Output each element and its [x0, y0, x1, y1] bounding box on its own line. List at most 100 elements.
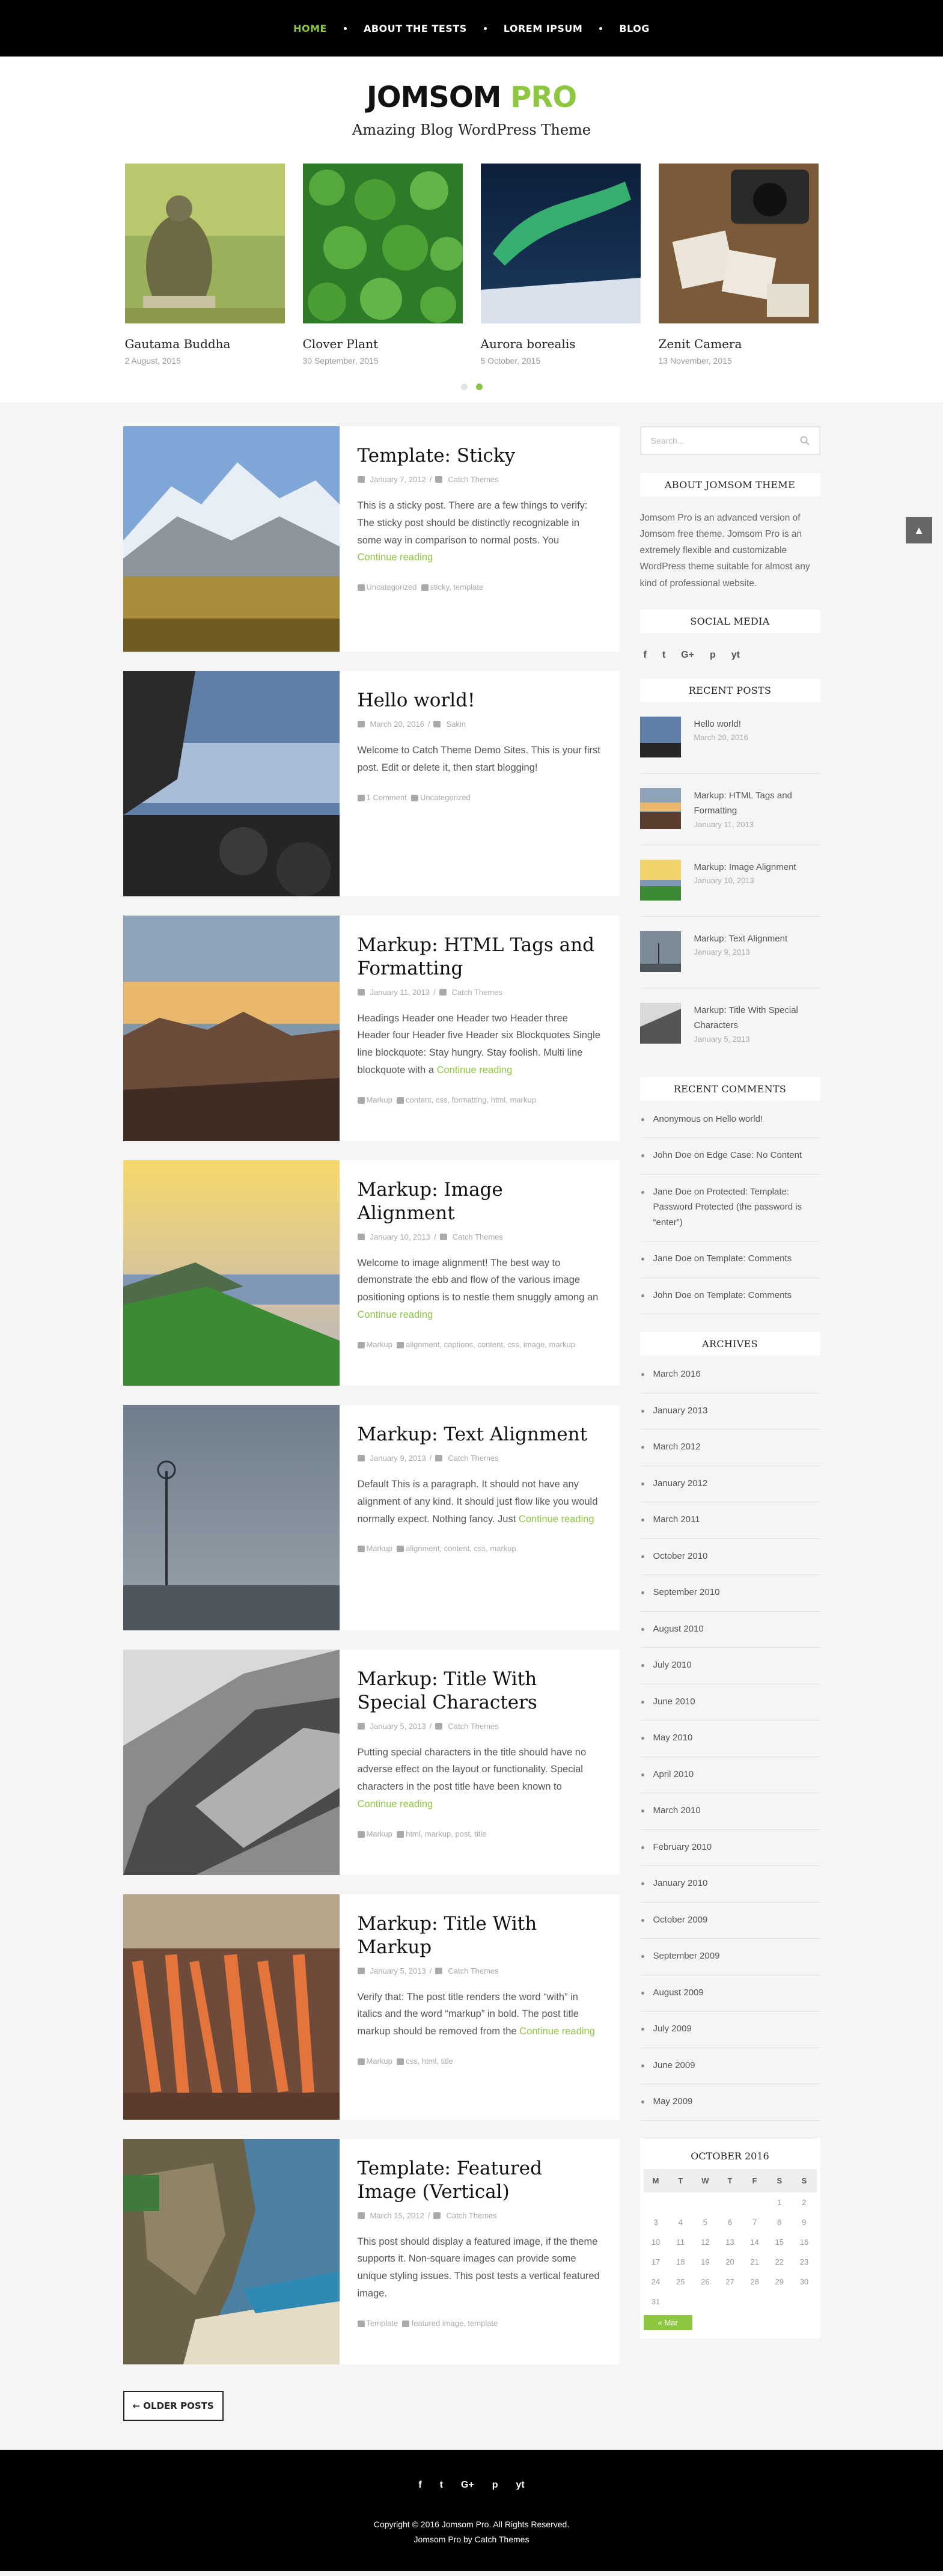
scroll-to-top-button[interactable]: ▲ — [906, 517, 932, 543]
archive-item[interactable]: February 2010 — [639, 1840, 820, 1867]
continue-reading-link[interactable]: Continue reading — [358, 1309, 433, 1320]
archive-item[interactable]: January 2013 — [639, 1403, 820, 1430]
featured-title[interactable]: Aurora borealis — [481, 337, 641, 351]
post-author[interactable]: Catch Themes — [448, 1722, 498, 1731]
post-date[interactable]: March 20, 2016 — [370, 720, 424, 729]
featured-slide[interactable]: Aurora borealis 5 October, 2015 — [480, 164, 641, 366]
youtube-icon[interactable]: yt — [731, 650, 740, 661]
recent-comment-item[interactable]: Jane Doe on Template: Comments — [639, 1251, 820, 1278]
post-tags[interactable]: content, css, formatting, html, markup — [406, 1095, 536, 1104]
pinterest-icon[interactable]: p — [710, 650, 716, 661]
search-icon[interactable] — [800, 436, 810, 445]
post-categories[interactable]: Uncategorized — [420, 793, 471, 802]
nav-lorem-ipsum[interactable]: LOREM IPSUM — [487, 23, 600, 34]
post-title[interactable]: Markup: HTML Tags and Formatting — [358, 934, 602, 981]
post-thumbnail[interactable] — [123, 916, 340, 1141]
site-title[interactable]: JOMSOM PRO — [0, 81, 943, 114]
post-categories[interactable]: Markup — [367, 1544, 392, 1553]
recent-post-title[interactable]: Markup: Image Alignment — [694, 860, 796, 875]
post-date[interactable]: January 7, 2012 — [370, 475, 426, 484]
post-author[interactable]: Catch Themes — [452, 988, 502, 997]
archive-item[interactable]: January 2012 — [639, 1476, 820, 1503]
post-title[interactable]: Template: Sticky — [358, 444, 602, 468]
featured-slide[interactable]: Zenit Camera 13 November, 2015 — [658, 164, 819, 366]
post-thumbnail[interactable] — [123, 426, 340, 652]
post-date[interactable]: January 5, 2013 — [370, 1966, 426, 1975]
archive-item[interactable]: August 2010 — [639, 1621, 820, 1648]
post-author[interactable]: Catch Themes — [448, 1454, 498, 1463]
recent-post-thumbnail[interactable] — [639, 859, 681, 901]
recent-post-thumbnail[interactable] — [639, 716, 681, 757]
archive-item[interactable]: March 2011 — [639, 1512, 820, 1539]
post-title[interactable]: Markup: Title With Markup — [358, 1912, 602, 1959]
post-thumbnail[interactable] — [123, 2139, 340, 2364]
post-categories[interactable]: Markup — [367, 1095, 392, 1104]
featured-image-camera[interactable] — [658, 164, 819, 323]
post-author[interactable]: Catch Themes — [453, 1232, 503, 1241]
archive-item[interactable]: January 2010 — [639, 1876, 820, 1903]
post-title[interactable]: Markup: Title With Special Characters — [358, 1668, 602, 1715]
search-input[interactable]: Search... — [639, 426, 820, 455]
featured-title[interactable]: Zenit Camera — [659, 337, 819, 351]
recent-post-item[interactable]: Hello world! March 20, 2016 — [639, 716, 820, 774]
recent-post-thumbnail[interactable] — [639, 931, 681, 972]
post-title[interactable]: Markup: Image Alignment — [358, 1178, 602, 1225]
post-categories[interactable]: Template — [367, 2319, 398, 2328]
post-date[interactable]: January 11, 2013 — [370, 988, 430, 997]
pinterest-icon[interactable]: p — [492, 2480, 498, 2491]
continue-reading-link[interactable]: Continue reading — [519, 1514, 594, 1525]
post-thumbnail[interactable] — [123, 671, 340, 896]
archive-item[interactable]: September 2010 — [639, 1585, 820, 1612]
post-thumbnail[interactable] — [123, 1405, 340, 1630]
archive-item[interactable]: June 2010 — [639, 1694, 820, 1721]
older-posts-button[interactable]: ← OLDER POSTS — [123, 2391, 224, 2421]
nav-blog[interactable]: BLOG — [602, 23, 667, 34]
archive-item[interactable]: August 2009 — [639, 1985, 820, 2012]
post-tags[interactable]: html, markup, post, title — [406, 1829, 486, 1838]
archive-item[interactable]: April 2010 — [639, 1767, 820, 1794]
archive-item[interactable]: July 2009 — [639, 2021, 820, 2048]
continue-reading-link[interactable]: Continue reading — [519, 2026, 595, 2037]
post-date[interactable]: March 15, 2012 — [370, 2211, 424, 2220]
nav-home[interactable]: HOME — [276, 23, 344, 34]
post-tags[interactable]: alignment, captions, content, css, image… — [406, 1340, 575, 1349]
recent-post-item[interactable]: Markup: HTML Tags and Formatting January … — [639, 788, 820, 845]
googleplus-icon[interactable]: G+ — [461, 2480, 474, 2491]
post-categories[interactable]: Markup — [367, 1829, 392, 1838]
post-title[interactable]: Markup: Text Alignment — [358, 1423, 602, 1446]
archive-item[interactable]: June 2009 — [639, 2058, 820, 2085]
post-author[interactable]: Catch Themes — [448, 475, 498, 484]
recent-comment-item[interactable]: Anonymous on Hello world! — [639, 1112, 820, 1139]
recent-post-thumbnail[interactable] — [639, 788, 681, 829]
archive-item[interactable]: July 2010 — [639, 1657, 820, 1684]
recent-post-item[interactable]: Markup: Image Alignment January 10, 2013 — [639, 859, 820, 917]
post-thumbnail[interactable] — [123, 1894, 340, 2120]
recent-post-title[interactable]: Markup: Title With Special Characters — [694, 1003, 820, 1033]
recent-post-thumbnail[interactable] — [639, 1002, 681, 1044]
post-categories[interactable]: Markup — [367, 2057, 392, 2066]
nav-about-the-tests[interactable]: ABOUT THE TESTS — [347, 23, 484, 34]
archive-item[interactable]: September 2009 — [639, 1948, 820, 1975]
recent-post-title[interactable]: Hello world! — [694, 717, 748, 732]
continue-reading-link[interactable]: Continue reading — [358, 552, 433, 563]
calendar-prev-month[interactable]: « Mar — [643, 2314, 692, 2330]
recent-post-title[interactable]: Markup: Text Alignment — [694, 931, 788, 947]
post-thumbnail[interactable] — [123, 1650, 340, 1875]
archive-item[interactable]: March 2016 — [639, 1366, 820, 1394]
post-tags[interactable]: alignment, content, css, markup — [406, 1544, 516, 1553]
slider-dot[interactable] — [460, 384, 468, 390]
post-title[interactable]: Hello world! — [358, 689, 602, 712]
googleplus-icon[interactable]: G+ — [681, 650, 694, 661]
post-date[interactable]: January 10, 2013 — [370, 1232, 430, 1241]
credit-text[interactable]: Jomsom Pro by Catch Themes — [0, 2532, 943, 2547]
post-title[interactable]: Template: Featured Image (Vertical) — [358, 2157, 602, 2204]
youtube-icon[interactable]: yt — [516, 2480, 525, 2491]
post-date[interactable]: January 5, 2013 — [370, 1722, 426, 1731]
facebook-icon[interactable]: f — [418, 2480, 421, 2491]
post-tags[interactable]: sticky, template — [430, 583, 484, 592]
twitter-icon[interactable]: t — [440, 2480, 443, 2491]
archive-item[interactable]: October 2009 — [639, 1912, 820, 1939]
post-tags[interactable]: css, html, title — [406, 2057, 453, 2066]
featured-image-buddha[interactable] — [124, 164, 285, 323]
post-categories[interactable]: Markup — [367, 1340, 392, 1349]
